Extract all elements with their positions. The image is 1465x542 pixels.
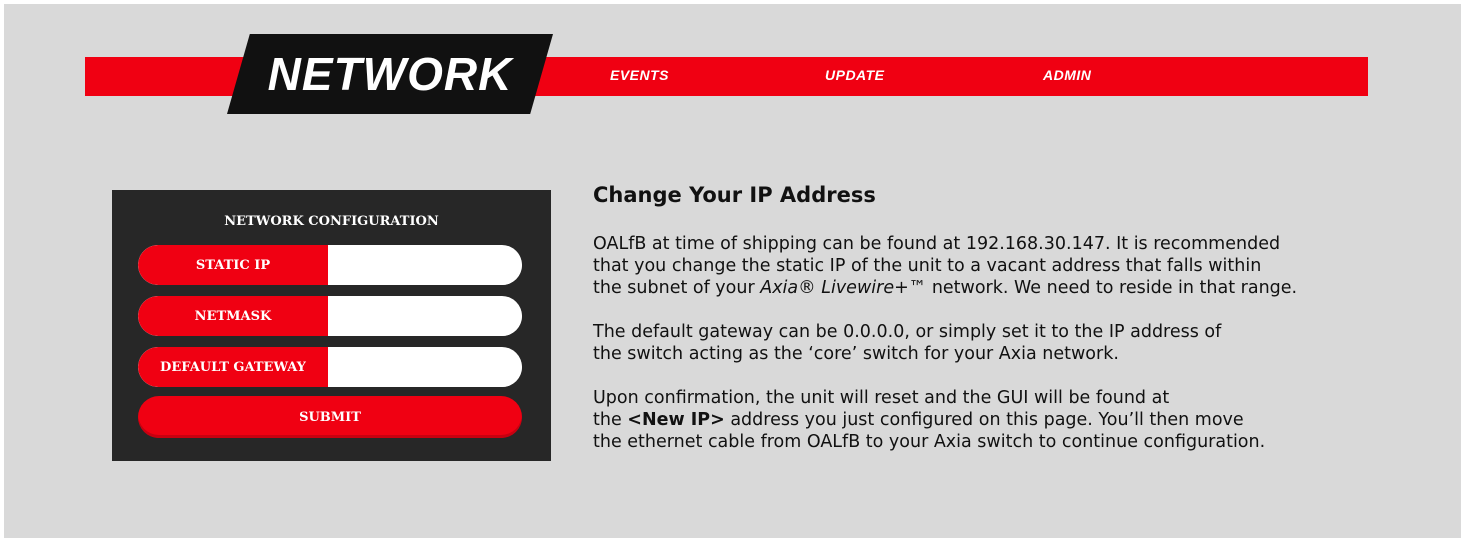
help-p1-line3-b: network. We need to reside in that range…: [926, 278, 1298, 298]
submit-button[interactable]: SUBMIT: [138, 396, 522, 438]
axia-livewire-term: Axia® Livewire+™: [760, 278, 927, 298]
netmask-label: NETMASK: [138, 296, 328, 336]
help-p3-line1: Upon confirmation, the unit will reset a…: [593, 388, 1170, 408]
help-paragraph-2: The default gateway can be 0.0.0.0, or s…: [593, 321, 1423, 365]
static-ip-input[interactable]: [332, 247, 522, 285]
static-ip-row: STATIC IP: [138, 245, 522, 285]
new-ip-term: <New IP>: [627, 410, 725, 430]
tab-network-label: NETWORK: [267, 48, 513, 100]
tab-events[interactable]: EVENTS: [610, 67, 669, 83]
help-paragraph-3: Upon confirmation, the unit will reset a…: [593, 387, 1423, 453]
help-p2-line1: The default gateway can be 0.0.0.0, or s…: [593, 322, 1222, 342]
help-paragraph-1: OALfB at time of shipping can be found a…: [593, 233, 1423, 299]
netmask-row: NETMASK: [138, 296, 522, 336]
tab-network[interactable]: NETWORK: [227, 34, 553, 114]
help-p1-line2: that you change the static IP of the uni…: [593, 256, 1262, 276]
network-config-panel: NETWORK CONFIGURATION STATIC IP NETMASK …: [112, 190, 551, 461]
help-heading: Change Your IP Address: [593, 183, 876, 207]
help-p2-line2: the switch acting as the ‘core’ switch f…: [593, 344, 1119, 364]
help-p3-line2-a: the: [593, 410, 628, 430]
help-p3-line3: the ethernet cable from OALfB to your Ax…: [593, 432, 1266, 452]
default-gateway-label: DEFAULT GATEWAY: [138, 347, 328, 387]
tab-admin[interactable]: ADMIN: [1043, 67, 1091, 83]
help-p3-line2: the <New IP> address you just configured…: [593, 409, 1423, 431]
help-p3-line2-b: address you just configured on this page…: [724, 410, 1244, 430]
help-p1-line3: the subnet of your Axia® Livewire+™ netw…: [593, 277, 1423, 299]
netmask-input[interactable]: [332, 298, 522, 336]
default-gateway-row: DEFAULT GATEWAY: [138, 347, 522, 387]
static-ip-label: STATIC IP: [138, 245, 328, 285]
help-p1-line1: OALfB at time of shipping can be found a…: [593, 234, 1281, 254]
panel-title: NETWORK CONFIGURATION: [224, 214, 439, 229]
tab-update[interactable]: UPDATE: [825, 67, 885, 83]
help-p1-line3-a: the subnet of your: [593, 278, 761, 298]
default-gateway-input[interactable]: [332, 349, 522, 387]
help-text: Change Your IP Address OALfB at time of …: [593, 183, 1423, 475]
